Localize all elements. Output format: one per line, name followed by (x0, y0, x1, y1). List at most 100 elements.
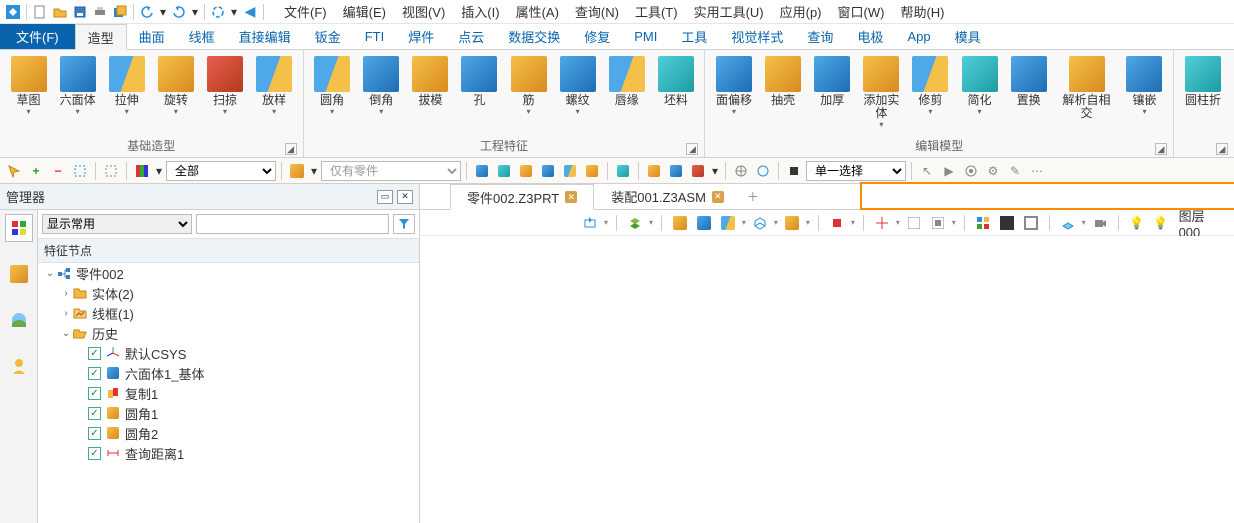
offset-button[interactable]: 面偏移▾ (711, 54, 756, 118)
selfx-button[interactable]: 解析自相交 (1055, 54, 1118, 122)
save-all-icon[interactable] (111, 3, 129, 21)
remove-sel-icon[interactable]: − (48, 161, 68, 181)
tree-root[interactable]: ⌄ 零件002 (38, 263, 419, 283)
vt-shade-icon[interactable] (782, 213, 802, 233)
vt-cam-icon[interactable] (1090, 213, 1110, 233)
inlay-button[interactable]: 镶嵌▾ (1122, 54, 1167, 118)
hole-button[interactable]: 孔 (457, 54, 502, 109)
thread-button[interactable]: 螺纹▾ (555, 54, 600, 118)
display-filter-select[interactable]: 显示常用 (42, 214, 192, 234)
shell-button[interactable]: 抽壳 (761, 54, 806, 109)
tree-node-wire[interactable]: › 线框(1) (38, 303, 419, 323)
refresh-icon[interactable] (209, 3, 227, 21)
tb-ic-8[interactable] (644, 161, 664, 181)
checkbox-icon[interactable]: ✓ (88, 407, 101, 420)
ribbon-tab-exchange[interactable]: 数据交换 (496, 24, 572, 49)
arrow-icon[interactable] (4, 161, 24, 181)
redo-icon[interactable] (170, 3, 188, 21)
lip-button[interactable]: 唇缘 (604, 54, 649, 109)
color-filter-icon[interactable] (132, 161, 152, 181)
new-icon[interactable] (31, 3, 49, 21)
box-sel-icon[interactable] (70, 161, 90, 181)
ribbon-tab-weld[interactable]: 焊件 (396, 24, 446, 49)
ribbon-tab-electrode[interactable]: 电极 (845, 24, 895, 49)
menu-util[interactable]: 实用工具(U) (686, 0, 772, 23)
expand-toggle[interactable]: › (60, 288, 72, 299)
manager-close-icon[interactable]: ✕ (397, 190, 413, 204)
ribbon-tab-visual[interactable]: 视觉样式 (719, 24, 795, 49)
file-tab[interactable]: 文件(F) (0, 24, 75, 49)
ribbon-tab-surface[interactable]: 曲面 (127, 24, 177, 49)
checkbox-icon[interactable]: ✓ (88, 427, 101, 440)
vt-sq2-icon[interactable] (928, 213, 948, 233)
tree-node-fillet2[interactable]: ✓ 圆角2 (38, 423, 419, 443)
tb-ic-9[interactable] (666, 161, 686, 181)
print-icon[interactable] (91, 3, 109, 21)
vt-cube3-icon[interactable] (718, 213, 738, 233)
doc-tab-asm[interactable]: 装配001.Z3ASM ✕ (594, 184, 741, 209)
stock-button[interactable]: 坯料 (653, 54, 698, 109)
ribbon-tab-sheetmetal[interactable]: 钣金 (303, 24, 353, 49)
tb-ic-7[interactable] (613, 161, 633, 181)
doc-tab-part[interactable]: 零件002.Z3PRT ✕ (450, 184, 594, 210)
ribbon-tab-modeling[interactable]: 造型 (75, 24, 127, 50)
tb-ic-3[interactable] (516, 161, 536, 181)
extrude-button[interactable]: 拉伸▾ (104, 54, 149, 118)
loft-button[interactable]: 放样▾ (252, 54, 297, 118)
tb-ic-1[interactable] (472, 161, 492, 181)
vt-cube1-icon[interactable] (670, 213, 690, 233)
vt-align-icon[interactable] (580, 213, 600, 233)
vt-plane-icon[interactable] (1058, 213, 1078, 233)
tree-node-measure1[interactable]: ✓ 查询距离1 (38, 443, 419, 463)
tb-ic-12[interactable] (753, 161, 773, 181)
tb-ic-11[interactable] (731, 161, 751, 181)
expand-toggle[interactable]: ⌄ (60, 328, 72, 339)
side-tab-tree[interactable] (5, 214, 33, 242)
group-eng-launcher[interactable]: ◢ (686, 143, 698, 155)
tree-node-history[interactable]: ⌄ 历史 (38, 323, 419, 343)
filter-combo2[interactable]: 仅有零件 (321, 161, 461, 181)
ribbon-tab-pointcloud[interactable]: 点云 (446, 24, 496, 49)
vt-origin-icon[interactable] (872, 213, 892, 233)
tree-node-fillet1[interactable]: ✓ 圆角1 (38, 403, 419, 423)
vt-grid2-icon[interactable] (997, 213, 1017, 233)
undo-dropdown[interactable]: ▾ (158, 3, 168, 21)
rib-button[interactable]: 筋▾ (506, 54, 551, 118)
vt-wire-icon[interactable] (750, 213, 770, 233)
layer-label[interactable]: 图层000 (1179, 206, 1227, 240)
chamfer-button[interactable]: 倒角▾ (359, 54, 404, 118)
replace-button[interactable]: 置换 (1006, 54, 1051, 109)
trim-button[interactable]: 修剪▾ (908, 54, 953, 118)
tree-node-csys[interactable]: ✓ 默认CSYS (38, 343, 419, 363)
funnel-icon[interactable] (393, 214, 415, 234)
menu-window[interactable]: 窗口(W) (830, 0, 893, 23)
tb-record-icon[interactable] (961, 161, 981, 181)
ribbon-tab-pmi[interactable]: PMI (622, 24, 669, 49)
tb-ic-2[interactable] (494, 161, 514, 181)
group-basic-launcher[interactable]: ◢ (285, 143, 297, 155)
tb-pencil-icon[interactable]: ✎ (1005, 161, 1025, 181)
expand-toggle[interactable]: ⌄ (44, 268, 56, 279)
menu-tools[interactable]: 工具(T) (627, 0, 686, 23)
ribbon-tab-wireframe[interactable]: 线框 (177, 24, 227, 49)
vt-grid1-icon[interactable] (973, 213, 993, 233)
vt-grid3-icon[interactable] (1021, 213, 1041, 233)
menu-view[interactable]: 视图(V) (394, 0, 453, 23)
save-icon[interactable] (71, 3, 89, 21)
add-tab-button[interactable]: ＋ (741, 184, 765, 209)
tb-pointer-icon[interactable]: ↖ (917, 161, 937, 181)
vt-cube2-icon[interactable] (694, 213, 714, 233)
tree-node-copy1[interactable]: ✓ 复制1 (38, 383, 419, 403)
checkbox-icon[interactable]: ✓ (88, 447, 101, 460)
tb-ic-5[interactable] (560, 161, 580, 181)
refresh-dropdown[interactable]: ▾ (229, 3, 239, 21)
close-icon[interactable]: ✕ (712, 191, 724, 203)
tree-node-solid[interactable]: › 实体(2) (38, 283, 419, 303)
side-tab-user[interactable] (5, 352, 33, 380)
ribbon-tab-heal[interactable]: 修复 (572, 24, 622, 49)
vt-bulb2-icon[interactable]: 💡 (1151, 213, 1171, 233)
tb-ic-10[interactable] (688, 161, 708, 181)
menu-file[interactable]: 文件(F) (276, 0, 335, 23)
ribbon-tab-tools[interactable]: 工具 (669, 24, 719, 49)
add-sel-icon[interactable]: + (26, 161, 46, 181)
